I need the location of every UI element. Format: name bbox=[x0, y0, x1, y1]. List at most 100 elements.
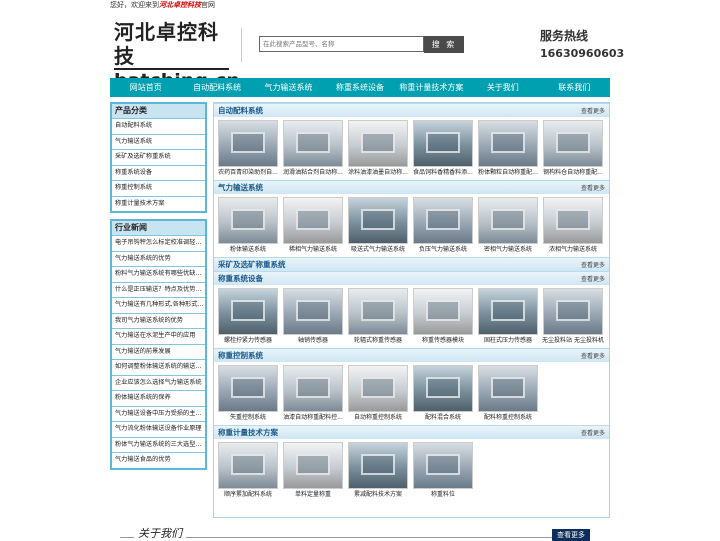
product-card[interactable]: 吸送式气力输送系统 bbox=[347, 197, 409, 255]
product-thumbnail[interactable] bbox=[348, 197, 408, 244]
product-thumbnail[interactable] bbox=[478, 197, 538, 244]
product-card[interactable]: 食品饲料香精香料添... bbox=[412, 120, 474, 178]
news-item[interactable]: 电子吊钩秤怎么标定校准调轻... bbox=[112, 235, 205, 251]
product-thumbnail[interactable] bbox=[413, 120, 473, 167]
product-thumbnail[interactable] bbox=[413, 442, 473, 489]
product-thumbnail[interactable] bbox=[283, 120, 343, 167]
product-card[interactable]: 轴销传感器 bbox=[282, 288, 344, 346]
product-card[interactable]: 密相气力输送系统 bbox=[477, 197, 539, 255]
news-item[interactable]: 气力输送在水泥生产中的应用 bbox=[112, 328, 205, 344]
nav-item[interactable]: 气力输送系统 bbox=[253, 78, 324, 97]
product-caption[interactable]: 称重料位 bbox=[412, 489, 474, 500]
search-input[interactable]: 在此搜索产品型号、名称 bbox=[259, 36, 424, 52]
section-title[interactable]: 称重控制系统 bbox=[218, 350, 263, 361]
section-more-link[interactable]: 查看更多 bbox=[581, 183, 605, 192]
product-caption[interactable]: 吸送式气力输送系统 bbox=[347, 244, 409, 255]
product-card[interactable]: 螺栓拧紧力传感器 bbox=[217, 288, 279, 346]
product-caption[interactable]: 失重控制系统 bbox=[217, 412, 279, 423]
section-more-link[interactable]: 查看更多 bbox=[581, 260, 605, 269]
news-item[interactable]: 什么是正压输送？特点及优势... bbox=[112, 281, 205, 298]
product-thumbnail[interactable] bbox=[478, 120, 538, 167]
product-caption[interactable]: 称重传感器模块 bbox=[412, 335, 474, 346]
product-card[interactable]: 称重传感器模块 bbox=[412, 288, 474, 346]
sidebar-category-item[interactable]: 自动配料系统 bbox=[112, 118, 205, 134]
section-more-link[interactable]: 查看更多 bbox=[581, 428, 605, 437]
news-item[interactable]: 粉体气力输送系统的三大选型... bbox=[112, 436, 205, 453]
product-thumbnail[interactable] bbox=[478, 288, 538, 335]
nav-item[interactable]: 网站首页 bbox=[110, 78, 181, 97]
product-card[interactable]: 涂料油漆油墨自动称... bbox=[347, 120, 409, 178]
product-thumbnail[interactable] bbox=[478, 365, 538, 412]
product-caption[interactable]: 粉体输送系统 bbox=[217, 244, 279, 255]
news-item[interactable]: 气力输送设备中压力受损的主... bbox=[112, 405, 205, 422]
product-caption[interactable]: 钢构料仓自动称重配... bbox=[542, 167, 604, 178]
product-caption[interactable]: 密相气力输送系统 bbox=[477, 244, 539, 255]
product-thumbnail[interactable] bbox=[543, 288, 603, 335]
product-caption[interactable]: 自动称重控制系统 bbox=[347, 412, 409, 423]
news-item[interactable]: 粉体输送系统的保养 bbox=[112, 390, 205, 406]
product-thumbnail[interactable] bbox=[543, 120, 603, 167]
nav-item[interactable]: 关于我们 bbox=[467, 78, 538, 97]
product-caption[interactable]: 农药百青印染助剂自... bbox=[217, 167, 279, 178]
news-item[interactable]: 粉料气力输送系统有哪些优缺... bbox=[112, 266, 205, 282]
section-title[interactable]: 自动配料系统 bbox=[218, 105, 263, 116]
product-card[interactable]: 油漆自动称重配料控... bbox=[282, 365, 344, 423]
product-thumbnail[interactable] bbox=[283, 288, 343, 335]
product-caption[interactable]: 润滑油粘合剂自动称... bbox=[282, 167, 344, 178]
product-card[interactable]: 自动称重控制系统 bbox=[347, 365, 409, 423]
sidebar-category-item[interactable]: 称重控制系统 bbox=[112, 180, 205, 196]
news-item[interactable]: 企业应该怎么选择气力输送系统 bbox=[112, 374, 205, 391]
product-thumbnail[interactable] bbox=[283, 365, 343, 412]
news-item[interactable]: 我司气力输送系统的优势 bbox=[112, 312, 205, 329]
product-caption[interactable]: 轮辐式称重传感器 bbox=[347, 335, 409, 346]
product-caption[interactable]: 涂料油漆油墨自动称... bbox=[347, 167, 409, 178]
product-caption[interactable]: 无尘投料站 无尘投料机 bbox=[542, 335, 604, 346]
product-card[interactable]: 配料混合系统 bbox=[412, 365, 474, 423]
sidebar-category-item[interactable]: 称重系统设备 bbox=[112, 164, 205, 181]
product-thumbnail[interactable] bbox=[218, 288, 278, 335]
nav-item[interactable]: 称重系统设备 bbox=[324, 78, 395, 97]
product-thumbnail[interactable] bbox=[218, 365, 278, 412]
nav-item[interactable]: 称重计量技术方案 bbox=[396, 78, 467, 97]
section-title[interactable]: 采矿及选矿称重系统 bbox=[218, 259, 286, 270]
news-item[interactable]: 气力输送系统的优势 bbox=[112, 250, 205, 267]
news-item[interactable]: 气力输送的前景发展 bbox=[112, 343, 205, 360]
nav-item[interactable]: 自动配料系统 bbox=[181, 78, 252, 97]
product-caption[interactable]: 油漆自动称重配料控... bbox=[282, 412, 344, 423]
product-thumbnail[interactable] bbox=[413, 365, 473, 412]
product-card[interactable]: 无尘投料站 无尘投料机 bbox=[542, 288, 604, 346]
product-card[interactable]: 负压气力输送系统 bbox=[412, 197, 474, 255]
product-caption[interactable]: 浓相气力输送系统 bbox=[542, 244, 604, 255]
section-title[interactable]: 称重计量技术方案 bbox=[218, 427, 278, 438]
product-card[interactable]: 轮辐式称重传感器 bbox=[347, 288, 409, 346]
product-thumbnail[interactable] bbox=[218, 442, 278, 489]
nav-item[interactable]: 联系我们 bbox=[539, 78, 610, 97]
product-thumbnail[interactable] bbox=[218, 120, 278, 167]
product-card[interactable]: 累减配料技术方案 bbox=[347, 442, 409, 500]
product-card[interactable]: 称重料位 bbox=[412, 442, 474, 500]
product-thumbnail[interactable] bbox=[348, 442, 408, 489]
product-card[interactable]: 粉体输送系统 bbox=[217, 197, 279, 255]
news-item[interactable]: 气力流化粉体输送设备作业原理 bbox=[112, 421, 205, 437]
product-thumbnail[interactable] bbox=[283, 197, 343, 244]
section-more-link[interactable]: 查看更多 bbox=[581, 274, 605, 283]
news-item[interactable]: 气力输送食品的优势 bbox=[112, 452, 205, 468]
product-caption[interactable]: 轴销传感器 bbox=[282, 335, 344, 346]
product-card[interactable]: 农药百青印染助剂自... bbox=[217, 120, 279, 178]
product-card[interactable]: 润滑油粘合剂自动称... bbox=[282, 120, 344, 178]
product-card[interactable]: 配料称重控制系统 bbox=[477, 365, 539, 423]
sidebar-category-item[interactable]: 采矿及选矿称重系统 bbox=[112, 149, 205, 165]
product-thumbnail[interactable] bbox=[348, 120, 408, 167]
product-caption[interactable]: 配料称重控制系统 bbox=[477, 412, 539, 423]
product-card[interactable]: 钢构料仓自动称重配... bbox=[542, 120, 604, 178]
product-thumbnail[interactable] bbox=[348, 288, 408, 335]
sidebar-category-item[interactable]: 气力输送系统 bbox=[112, 133, 205, 150]
product-card[interactable]: 顺序累加配料系统 bbox=[217, 442, 279, 500]
product-caption[interactable]: 累减配料技术方案 bbox=[347, 489, 409, 500]
about-more-button[interactable]: 查看更多 bbox=[552, 529, 590, 541]
product-caption[interactable]: 食品饲料香精香料添... bbox=[412, 167, 474, 178]
product-caption[interactable]: 配料混合系统 bbox=[412, 412, 474, 423]
sidebar-category-item[interactable]: 称重计量技术方案 bbox=[112, 195, 205, 212]
product-caption[interactable]: 单料定量称重 bbox=[282, 489, 344, 500]
product-card[interactable]: 稀相气力输送系统 bbox=[282, 197, 344, 255]
